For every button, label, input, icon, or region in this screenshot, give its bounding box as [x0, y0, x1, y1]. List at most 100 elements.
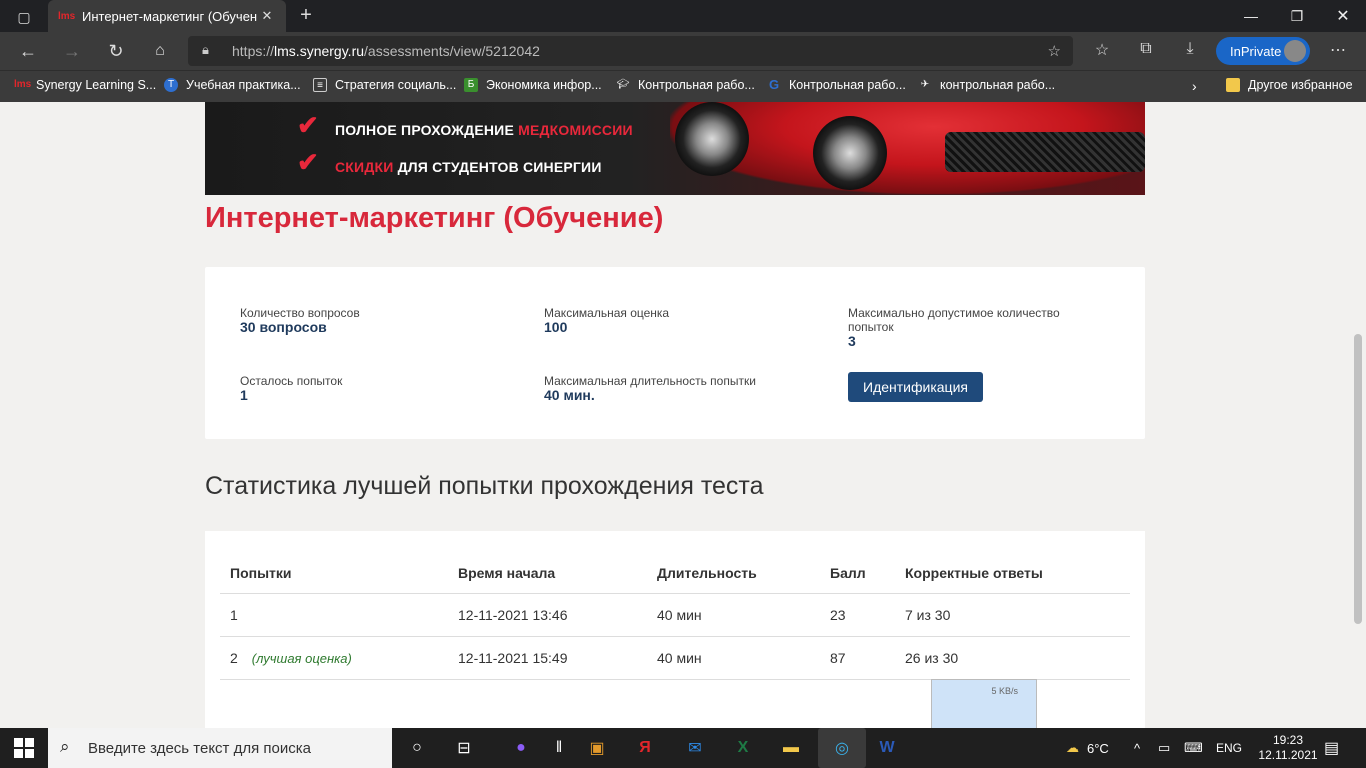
- edge-icon[interactable]: ◎: [818, 728, 866, 768]
- bookmark-item[interactable]: ≡ Стратегия социаль...: [313, 78, 456, 92]
- column-header: Балл: [820, 553, 895, 594]
- store-icon[interactable]: ▣: [582, 734, 612, 762]
- minimize-icon[interactable]: —: [1228, 0, 1274, 32]
- downloads-icon[interactable]: ⤓: [1178, 40, 1202, 62]
- lock-icon: 🔒︎: [202, 42, 209, 57]
- column-header: Длительность: [647, 553, 820, 594]
- taskbar: ⌕ Введите здесь текст для поиска ○ ⊟ ● ‖…: [0, 728, 1366, 768]
- url-path: /assessments/view/5212042: [364, 43, 540, 59]
- duration-cell: 40 мин: [647, 636, 820, 680]
- folder-icon: [1226, 78, 1240, 92]
- browser-tab[interactable]: lms Интернет-маркетинг (Обучение ✕: [48, 0, 286, 32]
- weather-widget[interactable]: ☁ 6°C: [1066, 728, 1109, 768]
- table-row: 1 12-11-2021 13:46 40 мин 23 7 из 30: [220, 593, 1130, 637]
- windows-start-icon[interactable]: [14, 738, 34, 758]
- close-window-icon[interactable]: ✕: [1320, 0, 1366, 32]
- explorer-icon[interactable]: ▬: [776, 734, 806, 762]
- clock-date: 12.11.2021: [1258, 748, 1318, 762]
- table-header-row: Попытки Время начала Длительность Балл К…: [220, 553, 1130, 594]
- correct-cell: 7 из 30: [895, 593, 1130, 637]
- attempts-left-field: Осталось попыток 1: [240, 374, 343, 403]
- page-scrollbar[interactable]: [1350, 102, 1366, 728]
- car-wheel: [813, 116, 887, 190]
- bookmark-item[interactable]: ✈︎ контрольная рабо...: [918, 78, 1055, 92]
- more-menu-icon[interactable]: ⋯: [1326, 40, 1350, 62]
- add-favorite-icon[interactable]: ☆: [1048, 42, 1061, 60]
- language-indicator[interactable]: ENG: [1216, 728, 1242, 768]
- page-title: Интернет-маркетинг (Обучение): [205, 202, 664, 234]
- mail-icon[interactable]: ✉: [680, 734, 710, 762]
- weather-temp: 6°C: [1087, 740, 1109, 756]
- inprivate-button[interactable]: InPrivate: [1216, 37, 1310, 65]
- refresh-icon[interactable]: ↻: [102, 38, 130, 64]
- correct-cell: 26 из 30: [895, 636, 1130, 680]
- bookmark-label: контрольная рабо...: [940, 78, 1056, 92]
- collections-icon[interactable]: ⧉: [1134, 40, 1158, 62]
- search-icon: ⌕: [60, 737, 70, 756]
- duration-cell: 40 мин: [647, 593, 820, 637]
- favorites-bar: lms Synergy Learning S... T Учебная практи…: [0, 70, 1366, 102]
- max-attempts-field: Максимально допустимое количество попыто…: [848, 306, 1060, 349]
- tab-actions-icon[interactable]: ▢: [10, 6, 38, 28]
- new-tab-icon[interactable]: +: [294, 4, 318, 28]
- column-header: Время начала: [448, 553, 647, 594]
- taskbar-search[interactable]: ⌕ Введите здесь текст для поиска: [48, 728, 392, 768]
- bookmark-item[interactable]: G Контрольная рабо...: [767, 78, 906, 93]
- home-icon[interactable]: ⌂: [146, 38, 174, 64]
- battery-icon[interactable]: ▭: [1158, 728, 1170, 768]
- excel-icon[interactable]: X: [728, 734, 758, 762]
- notifications-icon[interactable]: ▤: [1324, 728, 1339, 768]
- bookmark-item[interactable]: lms Synergy Learning S...: [14, 78, 156, 92]
- more-bookmarks-icon[interactable]: ›: [1192, 78, 1197, 94]
- word-icon[interactable]: W: [872, 734, 902, 762]
- column-header: Попытки: [220, 553, 448, 594]
- keyboard-icon[interactable]: ⌨: [1184, 728, 1203, 768]
- score-cell: 23: [820, 593, 895, 637]
- alice-icon[interactable]: ●: [506, 734, 536, 762]
- bookmark-item[interactable]: Б Экономика инфор...: [464, 78, 602, 92]
- tray-chevron-icon[interactable]: ^: [1134, 728, 1140, 768]
- clock[interactable]: 19:23 12.11.2021: [1258, 728, 1318, 768]
- bookmark-label: Synergy Learning S...: [36, 78, 157, 92]
- close-tab-icon[interactable]: ✕: [258, 8, 276, 24]
- bookmark-item[interactable]: T Учебная практика...: [164, 78, 301, 92]
- bookmark-label: Учебная практика...: [186, 78, 301, 92]
- speed-label: 5 KB/s: [991, 686, 1018, 696]
- questions-field: Количество вопросов 30 вопросов: [240, 306, 360, 335]
- title-bar: ▢ lms Интернет-маркетинг (Обучение ✕ + —…: [0, 0, 1366, 32]
- bookmark-label: Стратегия социаль...: [335, 78, 457, 92]
- network-speed-widget[interactable]: 5 KB/s: [931, 679, 1037, 728]
- attempts-table: Попытки Время начала Длительность Балл К…: [220, 553, 1130, 680]
- yandex-icon[interactable]: Я: [630, 734, 660, 762]
- page-content: ✔ ПОЛНОЕ ПРОХОЖДЕНИЕ МЕДКОМИССИИ ✔ СКИДК…: [0, 102, 1350, 728]
- best-score-note: (лучшая оценка): [251, 650, 352, 666]
- banner-line-2: СКИДКИ ДЛЯ СТУДЕНТОВ СИНЕРГИИ: [335, 159, 602, 175]
- identification-button[interactable]: Идентификация: [848, 372, 983, 402]
- scrollbar-thumb[interactable]: [1354, 334, 1362, 624]
- bookmark-item[interactable]: 🎓︎ Контрольная рабо...: [616, 78, 755, 92]
- b-logo-icon: Б: [464, 78, 478, 92]
- attempt-cell: 2 (лучшая оценка): [220, 636, 448, 680]
- cortana-icon[interactable]: ○: [402, 734, 432, 762]
- checkmark-icon: ✔: [297, 147, 319, 177]
- back-icon[interactable]: ←: [14, 38, 42, 64]
- max-duration-field: Максимальная длительность попытки 40 мин…: [544, 374, 756, 403]
- address-field[interactable]: 🔒︎ https://lms.synergy.ru/assessments/vi…: [188, 36, 1073, 66]
- divider-icon: ‖: [555, 739, 563, 756]
- max-score-field: Максимальная оценка 100: [544, 306, 670, 335]
- bird-icon: ✈︎: [920, 79, 930, 90]
- promo-banner[interactable]: ✔ ПОЛНОЕ ПРОХОЖДЕНИЕ МЕДКОМИССИИ ✔ СКИДК…: [205, 102, 1145, 195]
- restore-icon[interactable]: ❐: [1274, 0, 1320, 32]
- url-prefix: https://: [232, 43, 275, 59]
- search-placeholder: Введите здесь текст для поиска: [88, 739, 311, 757]
- t-logo-icon: T: [164, 78, 178, 92]
- other-favorites[interactable]: Другое избранное: [1226, 78, 1353, 92]
- clock-time: 19:23: [1272, 733, 1304, 747]
- bookmark-label: Контрольная рабо...: [789, 78, 906, 92]
- favorites-icon[interactable]: ☆: [1090, 40, 1114, 62]
- task-view-icon[interactable]: ⊟: [449, 734, 479, 762]
- other-favorites-label: Другое избранное: [1248, 78, 1353, 92]
- banner-line-1: ПОЛНОЕ ПРОХОЖДЕНИЕ МЕДКОМИССИИ: [335, 122, 633, 138]
- column-header: Корректные ответы: [895, 553, 1130, 594]
- forward-icon[interactable]: →: [58, 38, 86, 64]
